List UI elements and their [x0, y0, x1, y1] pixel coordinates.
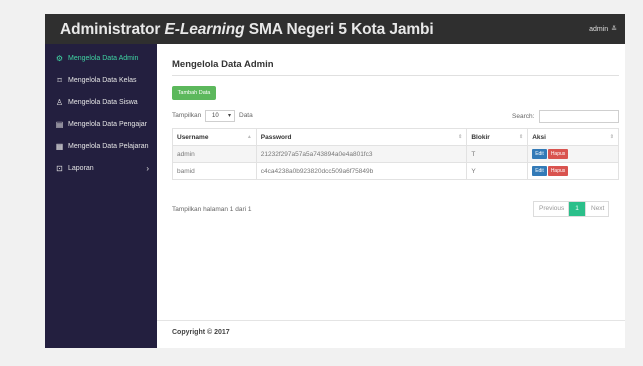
pagination: Previous 1 Next — [533, 201, 609, 217]
page-length-value: 10 — [212, 113, 219, 119]
chevron-right-icon: › — [146, 164, 149, 173]
sidebar-item-label: Mengelola Data Kelas — [68, 77, 137, 84]
page-1-button[interactable]: 1 — [569, 202, 585, 216]
search-label: Search: — [512, 113, 535, 120]
brand-part-2: E-Learning — [164, 21, 245, 38]
table-info: Tampilkan halaman 1 dari 1 — [172, 206, 252, 213]
sidebar-item-laporan[interactable]: ⊡ Laporan › — [45, 162, 157, 178]
sidebar-item-pelajaran[interactable]: ▦ Mengelola Data Pelajaran — [45, 140, 157, 156]
table-row: bamid c4ca4238a0b923820dcc509a6f75849b Y… — [172, 162, 619, 180]
column-header-label: Aksi — [532, 133, 546, 141]
cell-actions: Edit Hapus — [527, 145, 619, 163]
footer-copyright: Copyright © 2017 — [172, 329, 230, 336]
cell-blokir: Y — [466, 162, 529, 180]
column-header-blokir[interactable]: Blokir ⇕ — [466, 128, 529, 146]
app-window: Administrator E-Learning SMA Negeri 5 Ko… — [45, 14, 625, 348]
add-data-button[interactable]: Tambah Data — [172, 86, 216, 100]
user-name: admin — [589, 26, 609, 33]
column-header-password[interactable]: Password ⇕ — [255, 128, 468, 146]
cell-blokir: T — [466, 145, 529, 163]
page-length-select[interactable]: 10 ▾ — [205, 110, 235, 122]
column-header-label: Blokir — [471, 133, 490, 141]
top-navbar: Administrator E-Learning SMA Negeri 5 Ko… — [45, 14, 625, 44]
sidebar-item-label: Mengelola Data Admin — [68, 55, 139, 62]
column-header-label: Username — [177, 133, 209, 141]
cell-password: 21232f297a57a5a743894a0e4a801fc3 — [255, 145, 468, 163]
column-header-username[interactable]: Username ▲ — [172, 128, 257, 146]
cell-actions: Edit Hapus — [527, 162, 619, 180]
sidebar-item-label: Mengelola Data Pengajar — [68, 121, 147, 128]
id-card-icon: ▤ — [55, 120, 64, 129]
previous-page-button[interactable]: Previous — [534, 202, 569, 216]
sort-asc-icon: ▲ — [246, 134, 252, 140]
sidebar-item-kelas[interactable]: ⌑ Mengelola Data Kelas — [45, 74, 157, 90]
table-header-row: Username ▲ Password ⇕ Blokir ⇕ Aksi ⇕ — [172, 128, 619, 146]
length-prefix-label: Tampilkan — [172, 112, 202, 119]
sort-icon: ⇕ — [609, 134, 614, 140]
chevron-down-icon: ≚ — [611, 26, 617, 33]
chevron-down-icon: ▾ — [227, 113, 231, 119]
tag-icon: ⌑ — [57, 76, 62, 85]
sidebar-item-admin[interactable]: ⚙ Mengelola Data Admin — [45, 52, 157, 68]
table-row: admin 21232f297a57a5a743894a0e4a801fc3 T… — [172, 145, 619, 163]
brand-part-3: SMA Negeri 5 Kota Jambi — [248, 21, 434, 38]
sidebar-item-label: Laporan — [68, 165, 94, 172]
delete-button[interactable]: Hapus — [547, 149, 569, 159]
sort-icon: ⇕ — [458, 134, 463, 140]
admin-table: Username ▲ Password ⇕ Blokir ⇕ Aksi ⇕ admin … — [172, 128, 619, 180]
user-icon: ♙ — [55, 98, 64, 107]
brand-title[interactable]: Administrator E-Learning SMA Negeri 5 Ko… — [60, 21, 434, 39]
column-header-label: Password — [260, 133, 292, 141]
sidebar-item-siswa[interactable]: ♙ Mengelola Data Siswa — [45, 96, 157, 112]
settings-icon: ⚙ — [55, 54, 64, 63]
next-page-button[interactable]: Next — [585, 202, 608, 216]
report-icon: ⊡ — [56, 164, 63, 173]
main-content: Mengelola Data Admin Tambah Data Tampilk… — [157, 44, 625, 348]
edit-button[interactable]: Edit — [532, 166, 547, 176]
cell-username: bamid — [172, 162, 257, 180]
sidebar-item-label: Mengelola Data Pelajaran — [68, 143, 149, 150]
cell-password: c4ca4238a0b923820dcc509a6f75849b — [255, 162, 468, 180]
user-menu[interactable]: admin ≚ — [589, 25, 617, 33]
brand-part-1: Administrator — [60, 21, 161, 38]
search-input[interactable] — [539, 110, 619, 123]
sidebar-item-label: Mengelola Data Siswa — [68, 99, 138, 106]
page-title: Mengelola Data Admin — [172, 59, 274, 70]
delete-button[interactable]: Hapus — [547, 166, 569, 176]
edit-button[interactable]: Edit — [532, 149, 547, 159]
sidebar: ⚙ Mengelola Data Admin ⌑ Mengelola Data … — [45, 44, 157, 348]
book-icon: ▦ — [55, 142, 64, 151]
sort-icon: ⇕ — [518, 134, 524, 140]
length-suffix-label: Data — [239, 112, 253, 119]
cell-username: admin — [172, 145, 257, 163]
column-header-aksi[interactable]: Aksi ⇕ — [527, 128, 619, 146]
footer-divider — [157, 320, 625, 321]
title-divider — [172, 75, 619, 76]
sidebar-item-pengajar[interactable]: ▤ Mengelola Data Pengajar — [45, 118, 157, 134]
